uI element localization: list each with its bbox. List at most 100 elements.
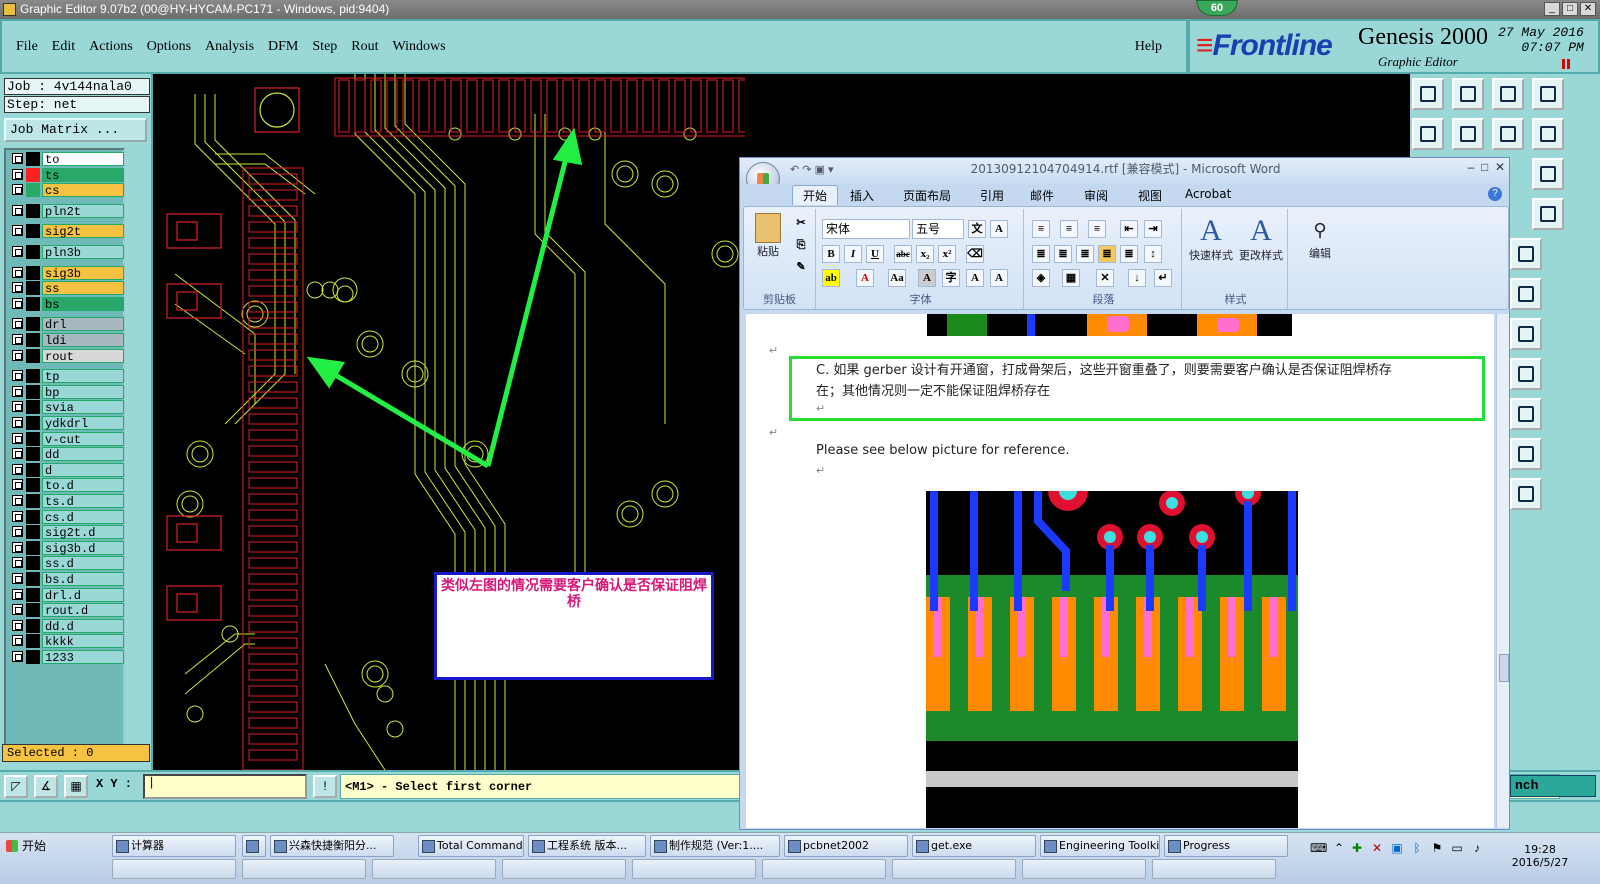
layer-name[interactable]: dd.d [42, 618, 124, 634]
layer-name[interactable]: cs.d [42, 509, 124, 525]
layer-name[interactable]: drl.d [42, 587, 124, 603]
layer-name[interactable]: pln2t [42, 203, 124, 219]
menu-analysis[interactable]: Analysis [205, 39, 254, 55]
taskbar-item[interactable]: 工程系统 版本... [528, 835, 646, 857]
decrease-indent-icon[interactable]: ⇤ [1120, 220, 1138, 238]
save-icon[interactable]: ▣ [815, 164, 825, 176]
layer-name[interactable]: ts.d [42, 494, 124, 509]
tool-button[interactable] [1452, 118, 1484, 150]
branch-button[interactable]: nch [1510, 775, 1596, 797]
bold-button[interactable]: B [822, 245, 840, 263]
layer-name[interactable]: ldi [42, 333, 124, 348]
layer-row[interactable]: bs.d [8, 572, 124, 587]
layer-checkbox[interactable] [12, 604, 23, 616]
align-left-icon[interactable]: ≣ [1032, 245, 1050, 263]
layer-row[interactable]: ts.d [8, 494, 124, 509]
layer-row[interactable]: to [8, 152, 124, 167]
tool-button[interactable] [1510, 358, 1542, 390]
layer-checkbox[interactable] [12, 168, 23, 180]
shading-icon[interactable]: ◈ [1032, 269, 1050, 287]
alert-icon[interactable]: ! [313, 775, 337, 798]
layer-color-swatch[interactable] [26, 152, 40, 166]
layer-color-swatch[interactable] [26, 431, 40, 446]
layer-name[interactable]: ydkdrl [42, 416, 124, 431]
layer-color-swatch[interactable] [26, 650, 40, 664]
vertical-scrollbar[interactable] [1496, 314, 1509, 828]
taskbar-item[interactable] [242, 859, 366, 879]
layer-color-swatch[interactable] [26, 333, 40, 347]
help-icon[interactable]: ? [1488, 187, 1502, 201]
layer-name[interactable]: sig2t [42, 224, 124, 239]
bluetooth-icon[interactable]: ᛒ [1410, 841, 1424, 855]
font-size-select[interactable]: 五号 [912, 219, 964, 239]
start-button[interactable]: 开始 [2, 835, 64, 857]
layer-name[interactable]: kkkk [42, 634, 124, 649]
layer-name[interactable]: bp [42, 384, 124, 400]
quick-styles-button[interactable]: A 快速样式 [1186, 215, 1236, 263]
layer-checkbox[interactable] [12, 318, 23, 330]
taskbar-item[interactable]: get.exe [912, 835, 1036, 857]
italic-button[interactable]: I [844, 245, 862, 263]
menu-options[interactable]: Options [147, 39, 191, 55]
layer-name[interactable]: ts [42, 167, 124, 183]
layer-row[interactable]: sig2t [8, 224, 124, 239]
tool-button[interactable] [1510, 278, 1542, 310]
ribbon-tab[interactable]: 邮件 [1030, 187, 1054, 204]
layer-color-swatch[interactable] [26, 369, 40, 384]
layer-checkbox[interactable] [12, 557, 23, 569]
keyboard-icon[interactable]: ⌨ [1310, 841, 1327, 855]
layer-checkbox[interactable] [12, 401, 23, 413]
layer-checkbox[interactable] [12, 246, 23, 257]
undo-icon[interactable]: ↶ [790, 164, 799, 176]
layer-row[interactable]: pln2t [8, 203, 124, 219]
restore-button[interactable]: □ [1562, 2, 1578, 16]
taskbar-item[interactable]: Engineering Toolki... [1040, 835, 1160, 857]
layer-row[interactable]: cs.d [8, 509, 124, 525]
phonetic-icon[interactable]: 文 [968, 220, 986, 238]
numbering-icon[interactable]: ≡ [1060, 220, 1078, 238]
taskbar-item[interactable] [632, 859, 756, 879]
layer-color-swatch[interactable] [26, 167, 40, 182]
layer-row[interactable]: bp [8, 384, 124, 400]
network-icon[interactable]: ✚ [1350, 841, 1364, 855]
taskbar-item[interactable]: 计算器 [112, 835, 236, 857]
layer-checkbox[interactable] [12, 619, 23, 631]
layer-checkbox[interactable] [12, 370, 23, 382]
menu-file[interactable]: File [16, 39, 38, 55]
layer-checkbox[interactable] [12, 225, 23, 237]
layer-checkbox[interactable] [12, 651, 23, 662]
layer-color-swatch[interactable] [26, 447, 40, 462]
line-spacing-icon[interactable]: ↕ [1144, 245, 1162, 263]
word-maximize-button[interactable]: □ [1481, 160, 1488, 174]
justify-icon[interactable]: ≣ [1098, 245, 1116, 263]
layer-checkbox[interactable] [12, 526, 23, 538]
layer-name[interactable]: ss.d [42, 556, 124, 571]
enclose-char-icon[interactable]: 字 [942, 269, 960, 287]
tool-button[interactable] [1492, 118, 1524, 150]
layer-name[interactable]: to.d [42, 478, 124, 493]
measure-icon[interactable]: ∡ [34, 775, 58, 798]
sort-icon[interactable]: ↓ [1128, 269, 1146, 287]
layer-checkbox[interactable] [12, 573, 23, 584]
tool-button[interactable] [1412, 118, 1444, 150]
grow-font-icon[interactable]: A [966, 269, 984, 287]
layer-checkbox[interactable] [12, 334, 23, 345]
layer-color-swatch[interactable] [26, 281, 40, 296]
layer-checkbox[interactable] [12, 541, 23, 553]
tool-button[interactable] [1532, 78, 1564, 110]
display-icon[interactable]: ▭ [1450, 841, 1464, 855]
layer-row[interactable]: cs [8, 183, 124, 198]
layer-row[interactable]: 1233 [8, 650, 124, 665]
layer-row[interactable]: dd [8, 447, 124, 462]
tool-icon[interactable]: ✕ [1370, 841, 1384, 855]
ribbon-tab[interactable]: 页面布局 [903, 187, 951, 204]
document-page[interactable]: ↵ C. 如果 gerber 设计有开通窗，打成骨架后，这些开窗重叠了，则要需要… [746, 314, 1494, 828]
layer-color-swatch[interactable] [26, 400, 40, 415]
layer-color-swatch[interactable] [26, 348, 40, 363]
layer-name[interactable]: to [42, 152, 124, 167]
tool-button[interactable] [1532, 158, 1564, 190]
layer-color-swatch[interactable] [26, 525, 40, 540]
layer-color-swatch[interactable] [26, 224, 40, 239]
menu-actions[interactable]: Actions [89, 39, 133, 55]
tool-button[interactable] [1532, 118, 1564, 150]
